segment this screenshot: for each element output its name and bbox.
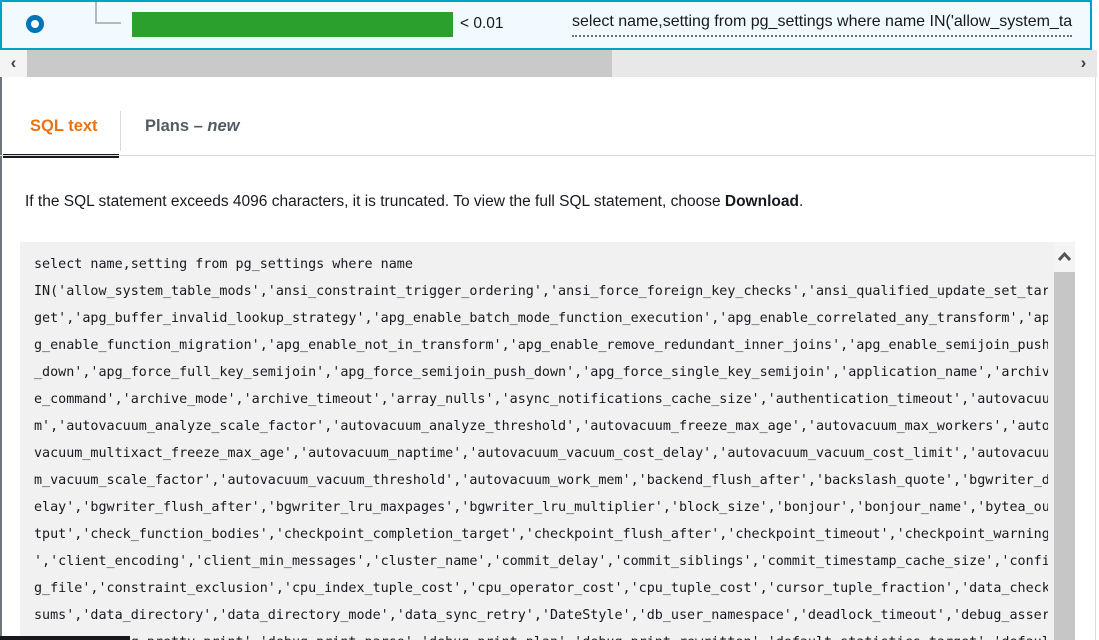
scroll-left-icon[interactable]: ‹ — [0, 50, 27, 77]
detail-tabs: SQL text Plans – new — [0, 105, 1095, 161]
sql-text-line: _down','apg_force_full_key_semijoin','ap… — [34, 359, 1048, 386]
sql-text-line: vacuum_multixact_freeze_max_age','autova… — [34, 440, 1048, 467]
scroll-up-button[interactable] — [1054, 242, 1075, 272]
tabbar-bottom-border — [0, 155, 1095, 156]
horizontal-scrollbar[interactable]: ‹ › — [0, 50, 1097, 77]
bottom-edge-bar — [0, 636, 130, 640]
sql-text-line: m_vacuum_scale_factor','autovacuum_vacuu… — [34, 467, 1048, 494]
sql-text-line: tions','debug_pretty_print','debug_print… — [34, 629, 1048, 640]
load-by-waits-bar — [132, 12, 453, 37]
sql-preview-cell: select name,setting from pg_settings whe… — [572, 13, 1088, 45]
sql-text-line: sums','data_directory','data_directory_m… — [34, 602, 1048, 629]
truncation-notice: If the SQL statement exceeds 4096 charac… — [25, 193, 803, 211]
sql-text-codeblock: select name,setting from pg_settings whe… — [20, 242, 1075, 640]
sql-text-line: ','client_encoding','client_min_messages… — [34, 548, 1048, 575]
sql-text-line: select name,setting from pg_settings whe… — [34, 251, 1048, 278]
panel-left-edge — [0, 77, 2, 640]
tab-plans-label: Plans – — [145, 117, 207, 135]
tab-sql-text[interactable]: SQL text — [30, 117, 98, 136]
load-value: < 0.01 — [460, 15, 504, 33]
tab-divider — [120, 111, 121, 151]
sql-text-line: m','autovacuum_analyze_scale_factor','au… — [34, 413, 1048, 440]
notice-text-before: If the SQL statement exceeds 4096 charac… — [25, 193, 725, 210]
tab-plans-new-badge: new — [207, 117, 239, 135]
sql-text-line: g_enable_function_migration','apg_enable… — [34, 332, 1048, 359]
sql-preview-text[interactable]: select name,setting from pg_settings whe… — [572, 13, 1072, 37]
sql-text-line: tput','check_function_bodies','checkpoin… — [34, 521, 1048, 548]
tab-plans[interactable]: Plans – new — [145, 117, 239, 136]
sql-text-line: g_file','constraint_exclusion','cpu_inde… — [34, 575, 1048, 602]
selected-sql-row[interactable]: < 0.01 select name,setting from pg_setti… — [0, 0, 1092, 50]
sql-text-lines: select name,setting from pg_settings whe… — [34, 251, 1048, 640]
notice-download-word: Download — [725, 193, 799, 210]
sql-text-line: get','apg_buffer_invalid_lookup_strategy… — [34, 305, 1048, 332]
panel-right-edge — [1095, 77, 1096, 640]
scroll-right-icon[interactable]: › — [1070, 50, 1097, 77]
horizontal-scrollbar-thumb[interactable] — [27, 50, 612, 77]
notice-text-after: . — [799, 193, 803, 210]
row-radio-button-selected[interactable] — [26, 15, 44, 33]
chevron-up-icon — [1057, 252, 1072, 262]
sql-text-line: e_command','archive_mode','archive_timeo… — [34, 386, 1048, 413]
performance-insights-sql-detail-page: < 0.01 select name,setting from pg_setti… — [0, 0, 1099, 640]
sql-text-line: elay','bgwriter_flush_after','bgwriter_l… — [34, 494, 1048, 521]
tree-elbow-connector — [95, 2, 121, 24]
sql-text-line: IN('allow_system_table_mods','ansi_const… — [34, 278, 1048, 305]
vertical-scrollbar[interactable] — [1054, 242, 1075, 640]
vertical-scrollbar-thumb[interactable] — [1054, 272, 1075, 640]
